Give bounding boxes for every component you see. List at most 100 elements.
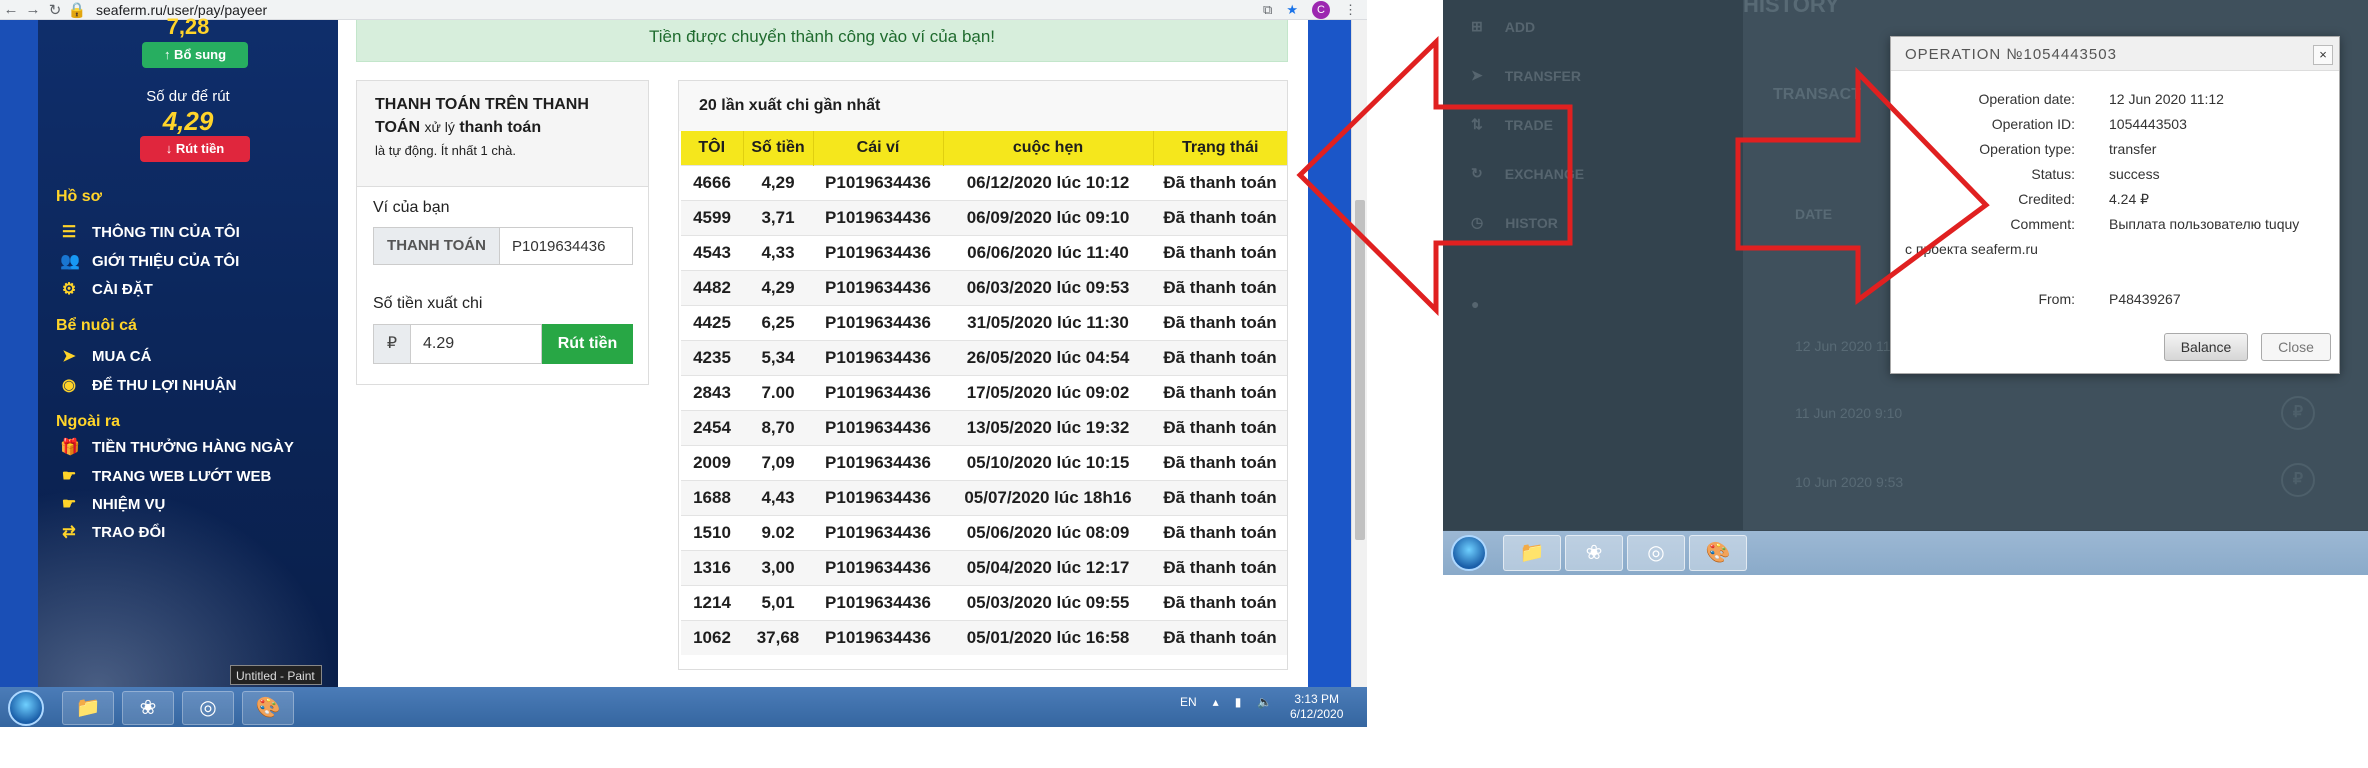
amount-input[interactable] xyxy=(411,324,542,364)
dialog-title: OPERATION №1054443503 xyxy=(1891,37,2339,71)
table-row: 2009 7,09 P1019634436 05/10/2020 lúc 10:15 Đ… xyxy=(681,444,1287,480)
exchange-icon: ⇄ xyxy=(62,524,76,541)
sidebar-item-buy-fish[interactable]: ➤ MUA CÁ xyxy=(60,346,151,366)
sidebar-item-settings[interactable]: ⚙ CÀI ĐẶT xyxy=(60,279,153,299)
app-leaf-icon[interactable]: ❀ xyxy=(1565,535,1623,571)
gear-icon: ⚙ xyxy=(61,281,77,298)
wallet-nav-trade[interactable]: ⇅ TRADE xyxy=(1471,116,1553,133)
balance-button[interactable]: Balance xyxy=(2164,333,2248,361)
sidebar-item-label: MUA CÁ xyxy=(92,347,152,365)
withdraw-submit-button[interactable]: Rút tiền xyxy=(542,324,633,364)
list-icon: ☰ xyxy=(61,224,77,241)
sidebar-item-label: TIỀN THƯỞNG HÀNG NGÀY xyxy=(92,438,294,456)
chrome-icon[interactable]: ◎ xyxy=(1627,535,1685,571)
wallet-subheading: TRANSACT xyxy=(1773,86,1861,103)
row-date: 05/04/2020 lúc 12:17 xyxy=(943,549,1153,585)
composite-screenshot: ← → ↻ 🔒 seaferm.ru/user/pay/payeer ⧉ ★ C… xyxy=(0,0,2368,768)
scrollbar-thumb[interactable] xyxy=(1355,200,1365,540)
history-title: 20 lần xuất chi gần nhất xyxy=(679,81,1287,131)
menu-icon[interactable]: ⋮ xyxy=(1344,2,1357,18)
section-fish-tank: Bể nuôi cá xyxy=(56,317,137,334)
wallet-row-date: 10 Jun 2020 9:53 xyxy=(1795,474,1904,490)
row-id: 1316 xyxy=(681,549,743,585)
sidebar-item-referrals[interactable]: 👥 GIỚI THIỆU CỦA TÔI xyxy=(60,251,239,271)
close-button[interactable]: Close xyxy=(2261,333,2331,361)
operation-type: transfer xyxy=(2109,141,2157,157)
network-icon[interactable]: ▮ xyxy=(1235,695,1242,709)
row-wallet: P1019634436 xyxy=(813,269,943,305)
row-amount: 4,43 xyxy=(743,479,813,515)
wallet-heading: HISTORY xyxy=(1743,0,1840,17)
sidebar-item-label: TRANG WEB LƯỚT WEB xyxy=(92,467,272,485)
table-row: 4482 4,29 P1019634436 06/03/2020 lúc 09:53 Đ… xyxy=(681,269,1287,305)
language-indicator[interactable]: EN xyxy=(1180,695,1197,709)
sidebar-item-label: TRAO ĐỔI xyxy=(92,523,166,541)
volume-icon[interactable]: 🔈 xyxy=(1257,695,1272,709)
row-status: Đã thanh toán xyxy=(1153,164,1287,200)
row-amount: 3,00 xyxy=(743,549,813,585)
row-status: Đã thanh toán xyxy=(1153,619,1287,655)
column-header: Trạng thái xyxy=(1153,131,1287,165)
wallet-nav-add[interactable]: ⊞ ADD xyxy=(1471,18,1535,35)
sidebar-item-my-info[interactable]: ☰ THÔNG TIN CỦA TÔI xyxy=(60,222,240,242)
row-id: 2454 xyxy=(681,409,743,445)
profile-avatar[interactable]: C xyxy=(1312,1,1330,19)
wallet-nav-label: TRADE xyxy=(1504,116,1553,133)
close-icon[interactable]: × xyxy=(2313,45,2333,65)
wallet-nav-extra[interactable]: ● xyxy=(1471,296,1479,312)
field-label: From: xyxy=(2038,291,2075,307)
bookmark-star-icon[interactable]: ★ xyxy=(1286,2,1298,18)
wallet-column-date: DATE xyxy=(1795,206,1833,222)
sidebar-item-tasks[interactable]: ☛ NHIỆM VỤ xyxy=(60,494,166,514)
payment-title-bold: thanh toán xyxy=(459,119,542,136)
row-amount: 7,09 xyxy=(743,444,813,480)
row-id: 1214 xyxy=(681,584,743,620)
sidebar-item-exchange[interactable]: ⇄ TRAO ĐỔI xyxy=(60,522,165,542)
wallet-input[interactable] xyxy=(500,228,632,264)
row-status: Đã thanh toán xyxy=(1153,234,1287,270)
table-row: 1214 5,01 P1019634436 05/03/2020 lúc 09:55 Đ… xyxy=(681,584,1287,620)
sidebar-item-surfing[interactable]: ☛ TRANG WEB LƯỚT WEB xyxy=(60,466,272,486)
field-label: Operation ID: xyxy=(1991,116,2075,132)
back-icon[interactable]: ← xyxy=(0,1,22,18)
success-banner: Tiền được chuyển thành công vào ví của b… xyxy=(356,20,1288,62)
table-row: 2843 7.00 P1019634436 17/05/2020 lúc 09:02 Đ… xyxy=(681,374,1287,410)
paint-icon[interactable]: 🎨 xyxy=(242,691,294,725)
start-button-icon[interactable] xyxy=(8,690,44,726)
table-row: 1510 9.02 P1019634436 05/06/2020 lúc 08:09 Đ… xyxy=(681,514,1287,550)
clock[interactable]: 3:13 PM 6/12/2020 xyxy=(1290,692,1343,722)
page-scrollbar[interactable] xyxy=(1351,20,1367,687)
sidebar-item-label: NHIỆM VỤ xyxy=(92,495,166,513)
topup-button[interactable]: ↑ Bổ sung xyxy=(142,42,248,68)
sidebar-item-collect-profit[interactable]: ◉ ĐỂ THU LỢI NHUẬN xyxy=(60,375,236,395)
column-header: Số tiền xyxy=(743,131,814,165)
wallet-nav-exchange[interactable]: ↻ EXCHANGE xyxy=(1471,165,1584,182)
explorer-icon[interactable]: 📁 xyxy=(62,691,114,725)
translate-icon[interactable]: ⧉ xyxy=(1263,2,1272,18)
row-date: 06/06/2020 lúc 11:40 xyxy=(943,234,1153,270)
start-button-icon[interactable] xyxy=(1451,535,1487,571)
row-id: 1062 xyxy=(681,619,743,655)
row-wallet: P1019634436 xyxy=(813,304,943,340)
tray-expand-icon[interactable]: ▴ xyxy=(1213,695,1219,709)
explorer-icon[interactable]: 📁 xyxy=(1503,535,1561,571)
sidebar-item-daily-bonus[interactable]: 🎁 TIỀN THƯỞNG HÀNG NGÀY xyxy=(60,437,294,457)
wallet-nav-history[interactable]: ◷ HISTOR xyxy=(1471,214,1558,231)
row-date: 05/01/2020 lúc 16:58 xyxy=(943,619,1153,655)
wallet-nav-label: ADD xyxy=(1504,18,1536,35)
row-status: Đã thanh toán xyxy=(1153,339,1287,375)
row-date: 06/09/2020 lúc 09:10 xyxy=(943,199,1153,235)
row-date: 05/07/2020 lúc 18h16 xyxy=(943,479,1153,515)
app-leaf-icon[interactable]: ❀ xyxy=(122,691,174,725)
sidebar-decoration xyxy=(38,487,338,687)
wallet-prefix: THANH TOÁN xyxy=(374,228,500,264)
table-row: 4543 4,33 P1019634436 06/06/2020 lúc 11:40 Đ… xyxy=(681,234,1287,270)
chrome-icon[interactable]: ◎ xyxy=(182,691,234,725)
row-status: Đã thanh toán xyxy=(1153,514,1287,550)
table-row: 1316 3,00 P1019634436 05/04/2020 lúc 12:17 Đ… xyxy=(681,549,1287,585)
amount-label: Số tiền xuất chi xyxy=(373,295,483,312)
withdraw-button[interactable]: ↓ Rút tiền xyxy=(140,136,250,162)
clock-time: 3:13 PM xyxy=(1294,692,1340,706)
paint-icon[interactable]: 🎨 xyxy=(1689,535,1747,571)
wallet-nav-transfer[interactable]: ➤ TRANSFER xyxy=(1471,67,1581,84)
